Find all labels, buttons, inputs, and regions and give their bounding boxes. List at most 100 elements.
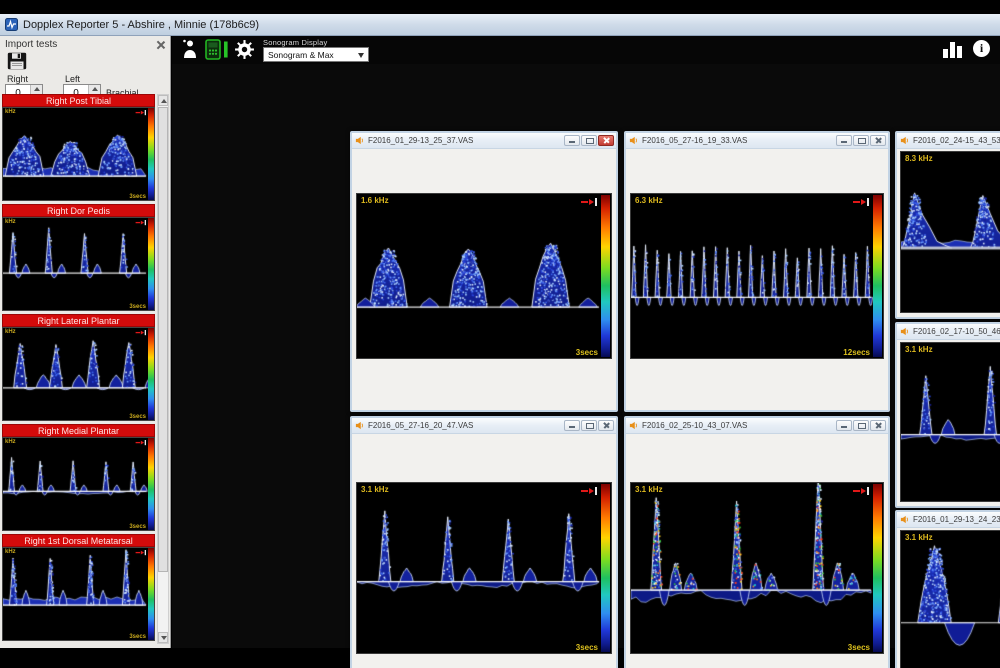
file-title: F2016_02_25-10_43_07.VAS bbox=[642, 421, 747, 430]
file-title: F2016_05_27-16_19_33.VAS bbox=[642, 136, 747, 145]
waveform-window: F2016_01_29-13_24_23.VAS 3.1 kHz 3secs bbox=[895, 510, 1000, 668]
restore-button[interactable] bbox=[853, 420, 869, 431]
file-speaker-icon bbox=[900, 515, 909, 524]
close-button[interactable] bbox=[598, 420, 614, 431]
duration-label: 3secs bbox=[848, 643, 870, 652]
duration-label: 3secs bbox=[576, 348, 598, 357]
frequency-label: kHz bbox=[5, 439, 16, 445]
restore-button[interactable] bbox=[853, 135, 869, 146]
close-button[interactable] bbox=[870, 420, 886, 431]
close-icon[interactable] bbox=[156, 40, 165, 49]
volume-icon[interactable] bbox=[853, 487, 869, 495]
restore-button[interactable] bbox=[581, 420, 597, 431]
colorbar bbox=[148, 108, 154, 200]
volume-icon bbox=[136, 330, 146, 335]
save-icon[interactable] bbox=[7, 52, 27, 70]
scroll-down-icon[interactable] bbox=[158, 632, 168, 643]
display-mode-select[interactable]: Sonogram & Max bbox=[263, 47, 369, 62]
patient-icon[interactable] bbox=[182, 39, 198, 60]
file-speaker-icon bbox=[900, 136, 909, 145]
waveform-window: F2016_02_25-10_43_07.VAS 3.1 kHz 3secs bbox=[624, 416, 890, 668]
test-thumbnail[interactable]: Right Medial Plantar kHz 3secs bbox=[2, 424, 155, 531]
frequency-label: 3.1 kHz bbox=[635, 485, 663, 494]
left-count-label: Left bbox=[65, 74, 80, 84]
waveform-canvas bbox=[901, 152, 1000, 312]
window-titlebar[interactable]: F2016_01_29-13_25_37.VAS bbox=[352, 133, 616, 149]
thumbnail-sonogram: kHz 3secs bbox=[2, 327, 155, 421]
colorbar bbox=[148, 438, 154, 530]
volume-icon bbox=[136, 220, 146, 225]
spin-up-icon[interactable] bbox=[31, 85, 42, 93]
minimize-button[interactable] bbox=[836, 420, 852, 431]
thumbnail-title: Right 1st Dorsal Metatarsal bbox=[2, 534, 155, 547]
sidebar-scrollbar[interactable] bbox=[157, 94, 169, 644]
file-speaker-icon bbox=[900, 327, 909, 336]
window-titlebar[interactable]: F2016_02_25-10_43_07.VAS bbox=[626, 418, 888, 434]
doppler-device-icon[interactable] bbox=[205, 39, 229, 60]
restore-button[interactable] bbox=[581, 135, 597, 146]
duration-label: 12secs bbox=[843, 348, 870, 357]
close-button[interactable] bbox=[598, 135, 614, 146]
display-mode-label: Sonogram Display bbox=[263, 38, 327, 47]
import-tests-title: Import tests bbox=[5, 39, 57, 50]
scroll-up-icon[interactable] bbox=[158, 95, 168, 106]
sonogram: 3.1 kHz 3secs bbox=[630, 482, 884, 654]
volume-icon[interactable] bbox=[581, 487, 597, 495]
thumbnail-sonogram: kHz 3secs bbox=[2, 217, 155, 311]
volume-icon[interactable] bbox=[853, 198, 869, 206]
thumbnail-title: Right Lateral Plantar bbox=[2, 314, 155, 327]
waveform-canvas bbox=[631, 194, 883, 358]
frequency-label: 8.3 kHz bbox=[905, 154, 933, 163]
minimize-button[interactable] bbox=[564, 135, 580, 146]
window-titlebar[interactable]: F2016_05_27-16_20_47.VAS bbox=[352, 418, 616, 434]
app-titlebar[interactable]: Dopplex Reporter 5 - Abshire , Minnie (1… bbox=[0, 14, 1000, 36]
window-titlebar[interactable]: F2016_02_24-15_43_53.VAS bbox=[897, 133, 1000, 149]
window-titlebar[interactable]: F2016_02_17-10_50_46.VAS bbox=[897, 324, 1000, 340]
settings-gear-icon[interactable] bbox=[234, 39, 255, 60]
workspace: F2016_01_29-13_25_37.VAS 1.6 kHz 3secs F… bbox=[172, 64, 1000, 648]
frequency-label: 6.3 kHz bbox=[635, 196, 663, 205]
waveform-canvas bbox=[3, 328, 154, 420]
waveform-canvas bbox=[3, 438, 154, 530]
test-thumbnail[interactable]: Right Post Tibial kHz 3secs bbox=[2, 94, 155, 201]
frequency-label: kHz bbox=[5, 219, 16, 225]
app-icon bbox=[5, 18, 18, 31]
waveform-window: F2016_05_27-16_19_33.VAS 6.3 kHz 12secs bbox=[624, 131, 890, 412]
waveform-window: F2016_01_29-13_25_37.VAS 1.6 kHz 3secs bbox=[350, 131, 618, 412]
volume-icon bbox=[136, 440, 146, 445]
file-speaker-icon bbox=[629, 421, 638, 430]
colorbar bbox=[148, 218, 154, 310]
sonogram: 8.3 kHz 3secs bbox=[900, 151, 1000, 313]
file-title: F2016_02_17-10_50_46.VAS bbox=[913, 327, 1000, 336]
window-titlebar[interactable]: F2016_05_27-16_19_33.VAS bbox=[626, 133, 888, 149]
waveform-canvas bbox=[3, 108, 154, 200]
sonogram: 3.1 kHz 3secs bbox=[900, 342, 1000, 502]
thumbnail-title: Right Medial Plantar bbox=[2, 424, 155, 437]
minimize-button[interactable] bbox=[564, 420, 580, 431]
layout-grid-icon[interactable] bbox=[943, 41, 964, 58]
thumbnail-title: Right Post Tibial bbox=[2, 94, 155, 107]
volume-icon bbox=[136, 550, 146, 555]
app-screen: Dopplex Reporter 5 - Abshire , Minnie (1… bbox=[0, 0, 1000, 668]
colorbar bbox=[148, 328, 154, 420]
test-thumbnail[interactable]: Right 1st Dorsal Metatarsal kHz 3secs bbox=[2, 534, 155, 641]
sonogram: 6.3 kHz 12secs bbox=[630, 193, 884, 359]
waveform-window: F2016_02_17-10_50_46.VAS 3.1 kHz 3secs bbox=[895, 322, 1000, 508]
test-thumbnail[interactable]: Right Lateral Plantar kHz 3secs bbox=[2, 314, 155, 421]
volume-icon[interactable] bbox=[581, 198, 597, 206]
waveform-canvas bbox=[357, 194, 611, 358]
close-button[interactable] bbox=[870, 135, 886, 146]
right-count-label: Right bbox=[7, 74, 28, 84]
minimize-button[interactable] bbox=[836, 135, 852, 146]
window-titlebar[interactable]: F2016_01_29-13_24_23.VAS bbox=[897, 512, 1000, 528]
info-icon[interactable]: i bbox=[973, 40, 990, 57]
frequency-label: 3.1 kHz bbox=[905, 345, 933, 354]
display-mode-value: Sonogram & Max bbox=[268, 50, 334, 60]
test-thumbnail[interactable]: Right Dor Pedis kHz 3secs bbox=[2, 204, 155, 311]
thumbnail-title: Right Dor Pedis bbox=[2, 204, 155, 217]
scrollbar-thumb[interactable] bbox=[158, 107, 168, 572]
spin-up-icon[interactable] bbox=[89, 85, 100, 93]
thumbnail-sonogram: kHz 3secs bbox=[2, 547, 155, 641]
duration-label: 3secs bbox=[129, 634, 146, 640]
app-title: Dopplex Reporter 5 - Abshire , Minnie (1… bbox=[23, 19, 259, 31]
